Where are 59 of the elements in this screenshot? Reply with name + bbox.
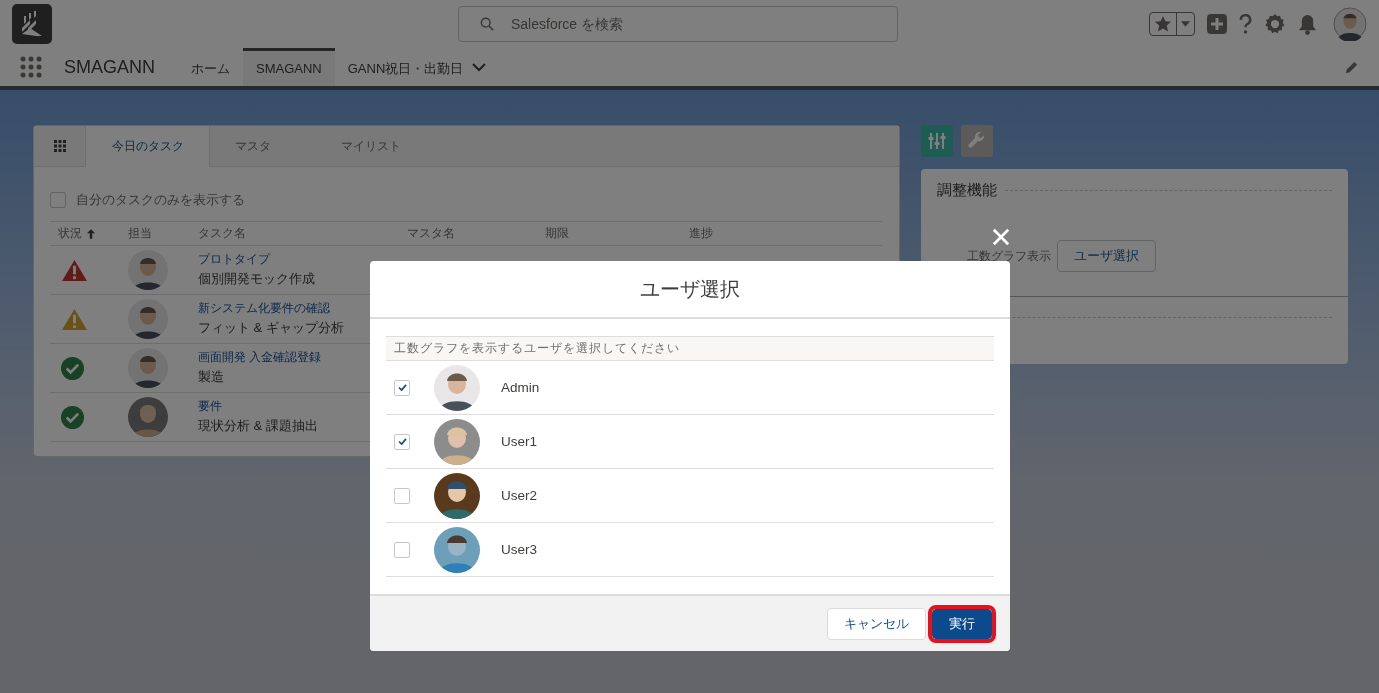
user-select-button[interactable]: ユーザ選択 xyxy=(1057,240,1157,272)
table-header: 工数グラフを表示するユーザを選択してください xyxy=(386,336,994,361)
sliders-icon xyxy=(928,132,947,150)
nav-tab[interactable]: SMAGANN xyxy=(243,48,335,86)
cancel-button[interactable]: キャンセル xyxy=(827,607,926,640)
help-icon[interactable] xyxy=(1239,13,1252,35)
modal-title: ユーザ選択 xyxy=(640,276,740,302)
checkmark-icon xyxy=(397,384,407,391)
task-name: 製造 xyxy=(198,368,225,386)
settings-icon[interactable] xyxy=(1264,13,1286,35)
success-icon xyxy=(61,405,84,429)
checkbox[interactable] xyxy=(50,192,66,208)
user-name: Admin xyxy=(501,380,540,395)
column-header[interactable]: 担当 xyxy=(120,225,190,242)
task-name: フィット & ギャップ分析 xyxy=(198,319,345,337)
column-header[interactable]: マスタ名 xyxy=(399,225,537,242)
nav-tab[interactable]: ホーム xyxy=(178,48,243,86)
panel-title: 調整機能 xyxy=(937,181,998,200)
field-label: 工数グラフ表示 xyxy=(967,247,1052,265)
sort-arrow-icon xyxy=(87,228,95,239)
sort-column-header[interactable]: 状況 xyxy=(50,225,120,242)
checkbox-label: 自分のタスクのみを表示する xyxy=(76,191,245,209)
warning-icon xyxy=(61,307,88,331)
checkbox[interactable] xyxy=(394,487,410,504)
task-name: 個別開発モック作成 xyxy=(198,270,316,288)
error-icon xyxy=(61,258,88,282)
column-header[interactable]: タスク名 xyxy=(190,225,399,242)
wrench-icon xyxy=(968,132,987,150)
grid-icon[interactable] xyxy=(53,140,66,152)
checkbox[interactable] xyxy=(394,379,410,396)
success-icon xyxy=(61,356,84,380)
column-header[interactable]: 進捗 xyxy=(681,225,781,242)
notification-bell-icon[interactable] xyxy=(1298,13,1317,35)
checkbox[interactable] xyxy=(394,433,410,450)
user-name: User3 xyxy=(501,542,537,557)
checkmark-icon xyxy=(397,438,407,445)
sliders-button[interactable] xyxy=(921,125,954,157)
edit-icon[interactable] xyxy=(1344,59,1359,75)
app-logo-icon[interactable] xyxy=(12,4,52,44)
chevron-down-icon[interactable] xyxy=(472,62,487,72)
search-field[interactable]: Salesforce を検索 xyxy=(458,6,898,42)
app-name: SMAGANN xyxy=(64,56,156,78)
favorites-button[interactable] xyxy=(1149,12,1195,36)
search-icon xyxy=(480,17,494,31)
user-name: User1 xyxy=(501,434,537,449)
task-category-link[interactable]: プロトタイプ xyxy=(198,252,399,267)
card-tab[interactable]: マスタ xyxy=(210,126,296,166)
star-icon xyxy=(1154,15,1172,33)
wrench-button[interactable] xyxy=(961,125,994,157)
card-tab[interactable]: 今日のタスク xyxy=(86,126,210,167)
user-name: User2 xyxy=(501,488,537,503)
close-icon[interactable] xyxy=(992,228,1010,246)
add-icon[interactable] xyxy=(1207,14,1227,34)
checkbox[interactable] xyxy=(394,541,410,558)
app-launcher-icon[interactable] xyxy=(20,56,42,78)
task-name: 現状分析 & 課題抽出 xyxy=(198,417,319,435)
caret-icon xyxy=(1181,21,1190,27)
nav-tab[interactable]: GANN祝日・出勤日 xyxy=(334,48,477,86)
column-header[interactable]: 期限 xyxy=(537,225,681,242)
